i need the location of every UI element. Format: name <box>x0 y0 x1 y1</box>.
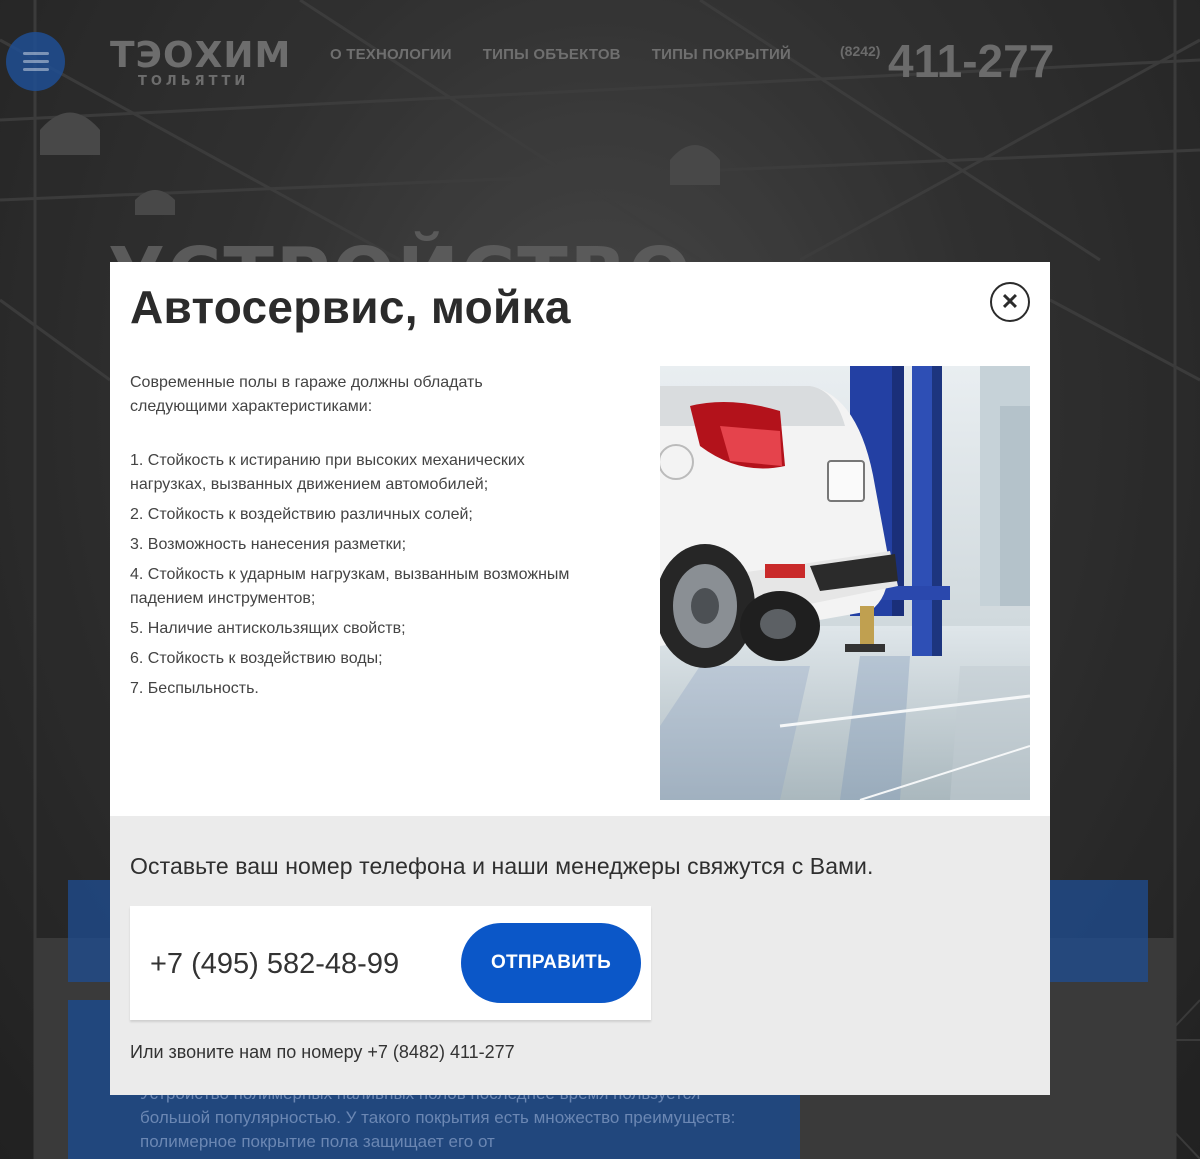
send-button[interactable]: ОТПРАВИТЬ <box>461 923 641 1003</box>
call-us-text: Или звоните нам по номеру +7 (8482) 411-… <box>130 1042 515 1062</box>
requirements-list: 1. Стойкость к истиранию при высоких мех… <box>130 449 580 701</box>
callback-section: Оставьте ваш номер телефона и наши менед… <box>110 816 1050 1095</box>
modal-description: Современные полы в гараже должны обладат… <box>130 371 580 707</box>
phone-input[interactable] <box>150 934 450 994</box>
nav-item-object-types[interactable]: ТИПЫ ОБЪЕКТОВ <box>483 46 621 63</box>
list-item: 4. Стойкость к ударным нагрузкам, вызван… <box>130 566 570 607</box>
phone-number: 411-277 <box>888 35 1055 87</box>
callback-form: ОТПРАВИТЬ <box>130 906 651 1020</box>
list-item: 5. Наличие антискользящих свойств; <box>130 620 406 637</box>
logo-main: ТЭОХИМ <box>110 35 292 76</box>
hamburger-menu-button[interactable] <box>6 32 65 91</box>
list-item: 7. Беспыльность. <box>130 680 259 697</box>
nav-item-coating-types[interactable]: ТИПЫ ПОКРЫТИЙ <box>652 46 791 63</box>
modal-content: Автосервис, мойка ✕ Современные полы в г… <box>110 262 1050 816</box>
garage-image <box>660 366 1030 800</box>
phone-code: (8242) <box>840 43 881 59</box>
logo-city: ТОЛЬЯТТИ <box>138 74 250 89</box>
list-item: 1. Стойкость к истиранию при высоких мех… <box>130 452 525 493</box>
close-icon: ✕ <box>1000 289 1020 314</box>
list-item: 6. Стойкость к воздействию воды; <box>130 650 383 667</box>
nav-item-technology[interactable]: О ТЕХНОЛОГИИ <box>330 46 452 63</box>
callback-heading: Оставьте ваш номер телефона и наши менед… <box>130 853 874 879</box>
list-item: 3. Возможность нанесения разметки; <box>130 536 407 553</box>
list-item: 2. Стойкость к воздействию различных сол… <box>130 506 473 523</box>
car-service-photo <box>660 366 1030 800</box>
menu-icon <box>22 52 49 55</box>
main-nav: О ТЕХНОЛОГИИ ТИПЫ ОБЪЕКТОВ ТИПЫ ПОКРЫТИЙ <box>330 46 791 63</box>
close-button[interactable]: ✕ <box>990 282 1030 322</box>
description-intro: Современные полы в гараже должны обладат… <box>130 374 483 415</box>
logo[interactable]: ТЭОХИМ ТОЛЬЯТТИ <box>110 35 292 90</box>
modal-dialog: Автосервис, мойка ✕ Современные полы в г… <box>110 262 1050 1095</box>
modal-title: Автосервис, мойка <box>130 281 571 333</box>
